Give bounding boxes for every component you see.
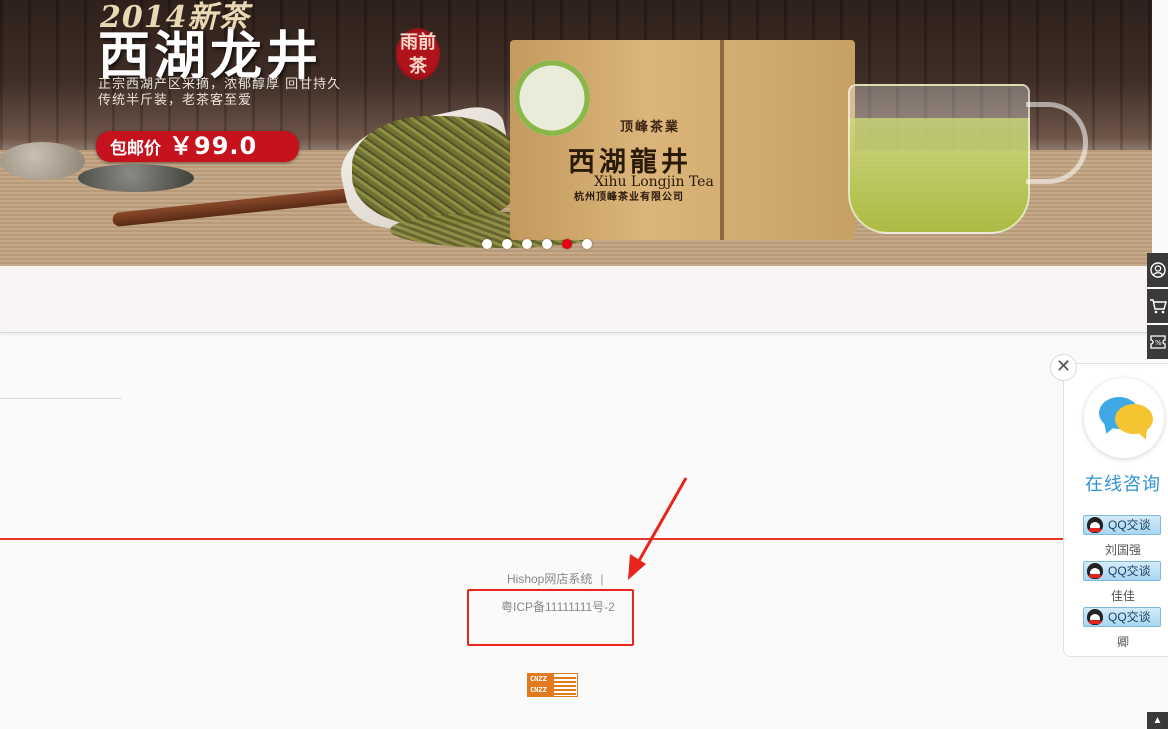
tea-glass-image (848, 84, 1030, 234)
carousel-dot[interactable] (542, 239, 552, 249)
carousel-dot[interactable] (522, 239, 532, 249)
cnzz-stripes (554, 675, 576, 695)
footer-brand-link[interactable]: Hishop网店系统 (507, 572, 592, 586)
chat-title: 在线咨询 (1085, 474, 1161, 494)
qq-chat-button[interactable]: QQ交谈 (1083, 515, 1161, 535)
qq-button-label: QQ交谈 (1108, 518, 1151, 532)
package-brand: 顶峰茶業 (620, 120, 681, 135)
banner-tagline-2: 传统半斤装，老茶客至爱 (98, 93, 253, 108)
stone-image (0, 142, 85, 180)
footer-brand: Hishop网店系统 | (507, 570, 603, 587)
divider (0, 398, 122, 399)
carousel-dots (482, 239, 592, 249)
cnzz-stat-badge[interactable]: CNZZ CNZZ (527, 673, 578, 697)
cart-icon[interactable] (1147, 289, 1168, 323)
carousel-dot[interactable] (502, 239, 512, 249)
package-twine (720, 40, 724, 240)
page: 2014新茶 西湖龙井 雨前茶 正宗西湖产区采摘，浓郁醇厚 回甘持久 传统半斤装… (0, 0, 1168, 729)
annotation-highlight-box (467, 589, 634, 646)
qq-chat-button[interactable]: QQ交谈 (1083, 607, 1161, 627)
close-icon[interactable]: ✕ (1050, 354, 1077, 381)
qq-contact-name: 卿 (1117, 635, 1130, 649)
banner-carousel[interactable]: 2014新茶 西湖龙井 雨前茶 正宗西湖产区采摘，浓郁醇厚 回甘持久 传统半斤装… (0, 0, 1152, 266)
user-icon[interactable] (1147, 253, 1168, 287)
package-seal-icon (514, 60, 590, 136)
annotation-arrow-icon (628, 477, 688, 580)
qq-chat-button[interactable]: QQ交谈 (1083, 561, 1161, 581)
footer-divider (0, 538, 1168, 540)
coupon-icon[interactable]: % (1147, 325, 1168, 359)
banner-seal: 雨前茶 (396, 28, 440, 80)
chat-bubble-icon (1084, 378, 1164, 458)
qq-contact-name: 佳佳 (1111, 589, 1136, 603)
carousel-dot[interactable] (582, 239, 592, 249)
online-chat-panel: 在线咨询 QQ交谈 刘国强 QQ交谈 佳佳 QQ交谈 卿 (1063, 363, 1168, 657)
tea-leaves-image (352, 116, 522, 226)
package-company: 杭州顶峰茶业有限公司 (574, 192, 684, 203)
right-toolbar: % (1147, 253, 1168, 361)
banner-price-badge: 包邮价 ￥99.0 (96, 131, 299, 162)
carousel-dot[interactable] (482, 239, 492, 249)
footer-separator: | (600, 572, 604, 586)
cnzz-label: CNZZ (528, 685, 554, 696)
qq-button-label: QQ交谈 (1108, 564, 1151, 578)
price-value: ￥99.0 (169, 132, 258, 160)
qq-penguin-icon (1087, 609, 1103, 625)
qq-penguin-icon (1087, 517, 1103, 533)
cnzz-label: CNZZ (528, 674, 554, 685)
back-to-top-icon[interactable]: ▲ (1147, 712, 1168, 729)
qq-button-label: QQ交谈 (1108, 610, 1151, 624)
carousel-dot[interactable] (562, 239, 572, 249)
tea-package-image: 顶峰茶業 西湖龍井 Xihu Longjin Tea 杭州顶峰茶业有限公司 (510, 40, 855, 240)
stone-image (78, 164, 194, 192)
qq-penguin-icon (1087, 563, 1103, 579)
qq-contact-name: 刘国强 (1105, 543, 1142, 557)
nav-band (0, 266, 1150, 333)
price-label: 包邮价 (110, 139, 161, 159)
svg-text:%: % (1155, 339, 1162, 347)
